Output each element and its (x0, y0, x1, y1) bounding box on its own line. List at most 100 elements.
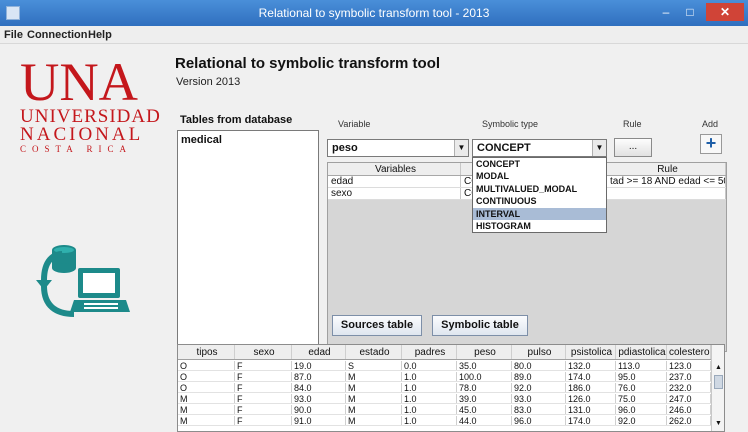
column-header-psistolica[interactable]: psistolica (566, 345, 616, 359)
table-cell: 90.0 (292, 405, 346, 414)
variable-select-value: peso (332, 142, 358, 154)
dropdown-option-modal[interactable]: MODAL (473, 170, 606, 182)
table-cell: F (235, 383, 292, 392)
menu-file[interactable]: File (4, 29, 23, 41)
column-header-tipos[interactable]: tipos (178, 345, 235, 359)
column-header-pulso[interactable]: pulso (512, 345, 566, 359)
table-cell: 89.0 (512, 372, 566, 381)
table-cell: M (346, 405, 402, 414)
table-cell: 262.0 (667, 416, 711, 425)
table-cell: 19.0 (292, 361, 346, 370)
table-cell: S (346, 361, 402, 370)
table-cell: M (346, 394, 402, 403)
table-cell: 96.0 (512, 416, 566, 425)
column-header-peso[interactable]: peso (457, 345, 512, 359)
database-transform-icon (36, 245, 130, 317)
chevron-down-icon[interactable]: ▼ (454, 140, 468, 156)
dropdown-option-continuous[interactable]: CONTINUOUS (473, 195, 606, 207)
table-cell: tad >= 18 AND edad <= 50 (607, 176, 726, 187)
table-cell: 91.0 (292, 416, 346, 425)
table-cell: F (235, 361, 292, 370)
table-cell: 1.0 (402, 383, 457, 392)
table-cell: 232.0 (667, 383, 711, 392)
add-button[interactable]: + (700, 134, 722, 154)
table-cell: F (235, 372, 292, 381)
table-cell: 76.0 (616, 383, 667, 392)
table-cell: O (178, 383, 235, 392)
table-cell (607, 188, 726, 199)
vertical-scrollbar[interactable]: ▲ ▼ (711, 345, 724, 431)
page-title: Relational to symbolic transform tool (175, 55, 441, 72)
table-row[interactable]: O F 19.0 S 0.0 35.0 80.0 132.0 113.0 123.0 (178, 361, 711, 371)
table-cell: 78.0 (457, 383, 512, 392)
minimize-button[interactable]: – (655, 3, 677, 21)
symbolic-type-dropdown[interactable]: CONCEPT MODAL MULTIVALUED_MODAL CONTINUO… (472, 157, 607, 233)
version-label: Version 2013 (176, 76, 241, 88)
sources-table-button[interactable]: Sources table (332, 315, 422, 336)
column-header-pdiastolica[interactable]: pdiastolica (616, 345, 667, 359)
table-cell: M (346, 383, 402, 392)
symbolic-type-select-value: CONCEPT (477, 142, 531, 154)
dropdown-option-multivalued-modal[interactable]: MULTIVALUED_MODAL (473, 183, 606, 195)
table-item-medical[interactable]: medical (181, 134, 222, 146)
rule-button[interactable]: ... (614, 138, 652, 157)
menu-help[interactable]: Help (88, 29, 112, 41)
menu-connection[interactable]: Connection (27, 29, 88, 41)
table-cell: 1.0 (402, 416, 457, 425)
una-logo: UNA (20, 54, 138, 104)
table-cell: 174.0 (566, 372, 616, 381)
table-row[interactable]: M F 91.0 M 1.0 44.0 96.0 174.0 92.0 262.0 (178, 416, 711, 426)
logo-nacional-line: NACIONAL (20, 124, 144, 145)
scroll-up-icon[interactable]: ▲ (712, 361, 724, 374)
table-cell: 44.0 (457, 416, 512, 425)
table-row[interactable]: O F 84.0 M 1.0 78.0 92.0 186.0 76.0 232.0 (178, 383, 711, 393)
scrollbar-thumb[interactable] (714, 375, 723, 389)
chevron-down-icon[interactable]: ▼ (592, 140, 606, 156)
dropdown-option-interval[interactable]: INTERVAL (473, 207, 606, 220)
dropdown-option-concept[interactable]: CONCEPT (473, 158, 606, 170)
column-header-edad[interactable]: edad (292, 345, 346, 359)
maximize-button[interactable]: □ (679, 3, 701, 21)
table-cell: 92.0 (616, 416, 667, 425)
logo-acronym: UNA (20, 54, 138, 104)
table-row[interactable]: M F 93.0 M 1.0 39.0 93.0 126.0 75.0 247.0 (178, 394, 711, 404)
table-cell: F (235, 416, 292, 425)
tables-label: Tables from database (180, 114, 293, 126)
table-cell: 100.0 (457, 372, 512, 381)
column-header-variables[interactable]: Variables (328, 163, 461, 175)
logo-country-line: COSTA RICA (20, 144, 133, 154)
table-cell: 92.0 (512, 383, 566, 392)
table-cell: F (235, 405, 292, 414)
column-header-colesterol[interactable]: colesterol (667, 345, 711, 359)
column-header-sexo[interactable]: sexo (235, 345, 292, 359)
menu-bar: File Connection Help (0, 26, 748, 44)
column-header-rule[interactable]: Rule (607, 163, 726, 175)
table-cell: 126.0 (566, 394, 616, 403)
tables-list[interactable]: medical (177, 130, 319, 376)
variable-label: Variable (338, 119, 371, 129)
column-header-estado[interactable]: estado (346, 345, 402, 359)
symbolic-table-button[interactable]: Symbolic table (432, 315, 528, 336)
table-cell: 123.0 (667, 361, 711, 370)
table-cell: 75.0 (616, 394, 667, 403)
table-cell: F (235, 394, 292, 403)
variable-select[interactable]: peso ▼ (327, 139, 469, 157)
dropdown-option-histogram[interactable]: HISTOGRAM (473, 220, 606, 232)
table-cell: O (178, 361, 235, 370)
table-row[interactable]: O F 87.0 M 1.0 100.0 89.0 174.0 95.0 237.0 (178, 372, 711, 382)
close-button[interactable]: ✕ (706, 3, 744, 21)
table-cell: 84.0 (292, 383, 346, 392)
table-cell: 132.0 (566, 361, 616, 370)
table-cell: 39.0 (457, 394, 512, 403)
scroll-down-icon[interactable]: ▼ (712, 417, 724, 430)
table-cell: 95.0 (616, 372, 667, 381)
table-row[interactable]: M F 90.0 M 1.0 45.0 83.0 131.0 96.0 246.0 (178, 405, 711, 415)
table-cell: M (178, 405, 235, 414)
symbolic-type-select[interactable]: CONCEPT ▼ (472, 139, 607, 157)
table-cell: 35.0 (457, 361, 512, 370)
table-cell: 80.0 (512, 361, 566, 370)
table-cell: M (346, 372, 402, 381)
table-cell: edad (328, 176, 461, 187)
table-cell: 237.0 (667, 372, 711, 381)
column-header-padres[interactable]: padres (402, 345, 457, 359)
